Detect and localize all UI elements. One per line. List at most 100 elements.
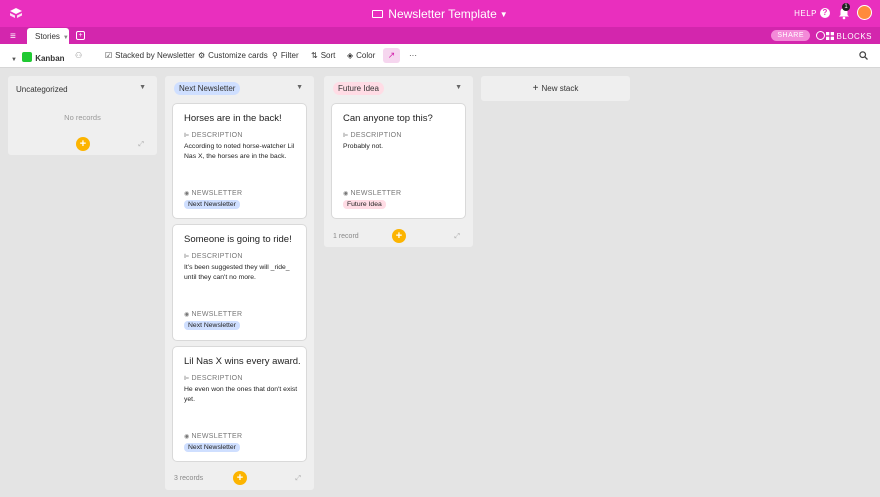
stack-name: Uncategorized	[16, 85, 68, 94]
stacked-by-button[interactable]: ☑ Stacked by Newsletter	[105, 51, 195, 60]
sort-label: Sort	[320, 51, 336, 60]
expand-icon[interactable]: ⤢	[454, 233, 460, 241]
card-title: Horses are in the back!	[184, 113, 282, 124]
long-text-icon: ⊫	[184, 376, 190, 382]
blocks-button[interactable]: BLOCKS	[825, 31, 872, 41]
plus-icon: +	[532, 83, 539, 94]
blocks-label: BLOCKS	[836, 32, 872, 41]
more-options-button[interactable]: ···	[409, 51, 417, 60]
history-icon[interactable]	[816, 31, 825, 40]
chevron-down-icon[interactable]: ▼	[139, 84, 146, 91]
filter-label: Filter	[280, 51, 299, 60]
help-label[interactable]: HELP	[794, 9, 817, 18]
add-table-icon[interactable]: +	[76, 31, 85, 40]
record-card[interactable]: Horses are in the back! ⊫ DESCRIPTION Acc…	[173, 104, 306, 218]
color-button[interactable]: ◈ Color	[347, 51, 375, 60]
collaborators-icon[interactable]: ⚇	[75, 51, 82, 60]
chevron-down-icon[interactable]: ▼	[296, 84, 303, 91]
sort-icon: ⇅	[311, 51, 318, 60]
card-description: According to noted horse-watcher Lil Nas…	[184, 143, 295, 160]
add-record-button[interactable]: +	[392, 229, 406, 243]
newsletter-tag: Next Newsletter	[184, 200, 240, 209]
avatar[interactable]	[857, 5, 872, 20]
empty-state: No records	[64, 113, 101, 122]
stack-footer: + ⤢	[8, 133, 157, 155]
share-button[interactable]: SHARE	[771, 30, 810, 41]
record-card[interactable]: Someone is going to ride! ⊫ DESCRIPTION I…	[173, 225, 306, 340]
record-card[interactable]: Lil Nas X wins every award. ⊫ DESCRIPTION…	[173, 347, 306, 461]
stack-name: Next Newsletter	[174, 82, 241, 95]
tab-label: Stories	[35, 32, 60, 41]
field-label: ◉ NEWSLETTER	[184, 311, 243, 318]
stacked-by-label: Stacked by Newsletter	[115, 51, 195, 60]
field-label: ⊫ DESCRIPTION	[184, 375, 243, 382]
add-record-button[interactable]: +	[76, 137, 90, 151]
field-label: ◉ NEWSLETTER	[343, 190, 402, 197]
card-description: It's been suggested they will _ride_ unt…	[184, 264, 290, 281]
select-icon: ◉	[184, 191, 190, 197]
menu-icon[interactable]: ≡	[10, 31, 16, 42]
new-stack-button[interactable]: + New stack	[481, 76, 630, 101]
field-label: ◉ NEWSLETTER	[184, 433, 243, 440]
select-icon: ◉	[184, 434, 190, 440]
stack-footer: 1 record + ⤢	[324, 225, 473, 247]
card-title: Someone is going to ride!	[184, 234, 292, 245]
select-icon: ◉	[343, 191, 349, 197]
stack-name: Future Idea	[333, 82, 384, 95]
filter-button[interactable]: ⚲ Filter	[272, 51, 299, 60]
stack-header[interactable]: Uncategorized ▼	[8, 76, 157, 102]
view-switcher[interactable]: ▼ Kanban	[11, 51, 65, 63]
expand-icon[interactable]: ⤢	[295, 475, 301, 483]
chevron-down-icon[interactable]: ▼	[455, 84, 462, 91]
filter-icon: ⚲	[272, 51, 278, 60]
color-label: Color	[356, 51, 376, 60]
new-stack-label: New stack	[541, 84, 579, 93]
newsletter-tag: Future Idea	[343, 200, 386, 209]
record-count: 3 records	[174, 475, 204, 482]
customize-cards-label: Customize cards	[208, 51, 268, 60]
field-label: ⊫ DESCRIPTION	[343, 132, 402, 139]
field-label: ⊫ DESCRIPTION	[184, 132, 243, 139]
card-title: Can anyone top this?	[343, 113, 433, 124]
checkbox-icon: ☑	[105, 51, 113, 60]
stack-uncategorized: Uncategorized ▼ No records + ⤢	[8, 76, 157, 155]
field-label: ⊫ DESCRIPTION	[184, 253, 243, 260]
stack-next-newsletter: Next Newsletter ▼ Horses are in the back…	[165, 76, 314, 490]
long-text-icon: ⊫	[343, 133, 349, 139]
stack-future-idea: Future Idea ▼ Can anyone top this? ⊫ DESC…	[324, 76, 473, 247]
stack-header[interactable]: Next Newsletter ▼	[165, 76, 314, 102]
base-title[interactable]: Newsletter Template ▼	[0, 7, 880, 21]
top-bar: Newsletter Template ▼ HELP ? 1	[0, 0, 880, 27]
sort-button[interactable]: ⇅ Sort	[311, 51, 335, 60]
tab-bar: ≡ Stories ▼ + SHARE BLOCKS	[0, 27, 880, 44]
long-text-icon: ⊫	[184, 133, 190, 139]
chevron-down-icon: ▼	[62, 35, 69, 41]
notification-badge: 1	[842, 3, 850, 11]
chevron-down-icon: ▼	[499, 10, 508, 19]
tab-stories[interactable]: Stories ▼	[27, 28, 69, 44]
card-description: Probably not.	[343, 143, 384, 150]
record-count: 1 record	[333, 233, 359, 240]
stack-header[interactable]: Future Idea ▼	[324, 76, 473, 102]
long-text-icon: ⊫	[184, 254, 190, 260]
field-label: ◉ NEWSLETTER	[184, 190, 243, 197]
share-view-button[interactable]: ↗	[383, 48, 400, 63]
view-name: Kanban	[35, 54, 65, 63]
help-icon[interactable]: ?	[820, 8, 830, 18]
record-card[interactable]: Can anyone top this? ⊫ DESCRIPTION Probab…	[332, 104, 465, 218]
newsletter-tag: Next Newsletter	[184, 443, 240, 452]
blocks-icon	[825, 32, 834, 40]
select-icon: ◉	[184, 312, 190, 318]
base-title-text: Newsletter Template	[388, 7, 497, 21]
paint-bucket-icon: ◈	[347, 51, 354, 60]
card-title: Lil Nas X wins every award.	[184, 356, 301, 367]
view-toolbar: ▼ Kanban ⚇ ☑ Stacked by Newsletter ⚙ Custo…	[0, 44, 880, 68]
chevron-down-icon: ▼	[11, 57, 17, 63]
add-record-button[interactable]: +	[233, 471, 247, 485]
customize-cards-button[interactable]: ⚙ Customize cards	[198, 51, 268, 60]
search-icon[interactable]	[859, 51, 868, 60]
expand-icon[interactable]: ⤢	[138, 141, 144, 149]
kanban-icon	[22, 52, 33, 62]
card-description: He even won the ones that don't exist ye…	[184, 386, 298, 403]
stack-footer: 3 records + ⤢	[165, 467, 314, 489]
